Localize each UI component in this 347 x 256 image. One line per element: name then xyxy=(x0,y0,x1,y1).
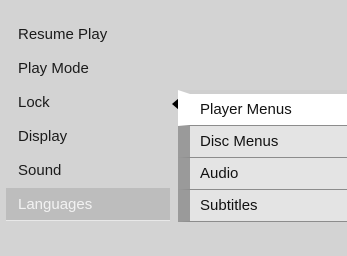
menu-item-resume-play[interactable]: Resume Play xyxy=(6,18,170,52)
menu-item-play-mode[interactable]: Play Mode xyxy=(6,52,170,86)
menu-item-display[interactable]: Display xyxy=(6,120,170,154)
menu-item-sound[interactable]: Sound xyxy=(6,154,170,188)
submenu-item-audio[interactable]: Audio xyxy=(178,158,347,190)
languages-submenu: Player Menus Disc Menus Audio Subtitles xyxy=(178,90,347,222)
main-menu: Resume Play Play Mode Lock Display Sound… xyxy=(6,18,170,221)
submenu-item-subtitles[interactable]: Subtitles xyxy=(178,190,347,222)
menu-item-lock[interactable]: Lock xyxy=(6,86,170,120)
menu-item-languages[interactable]: Languages xyxy=(6,188,170,221)
submenu-item-player-menus[interactable]: Player Menus xyxy=(178,90,347,126)
submenu-item-disc-menus[interactable]: Disc Menus xyxy=(178,126,347,158)
